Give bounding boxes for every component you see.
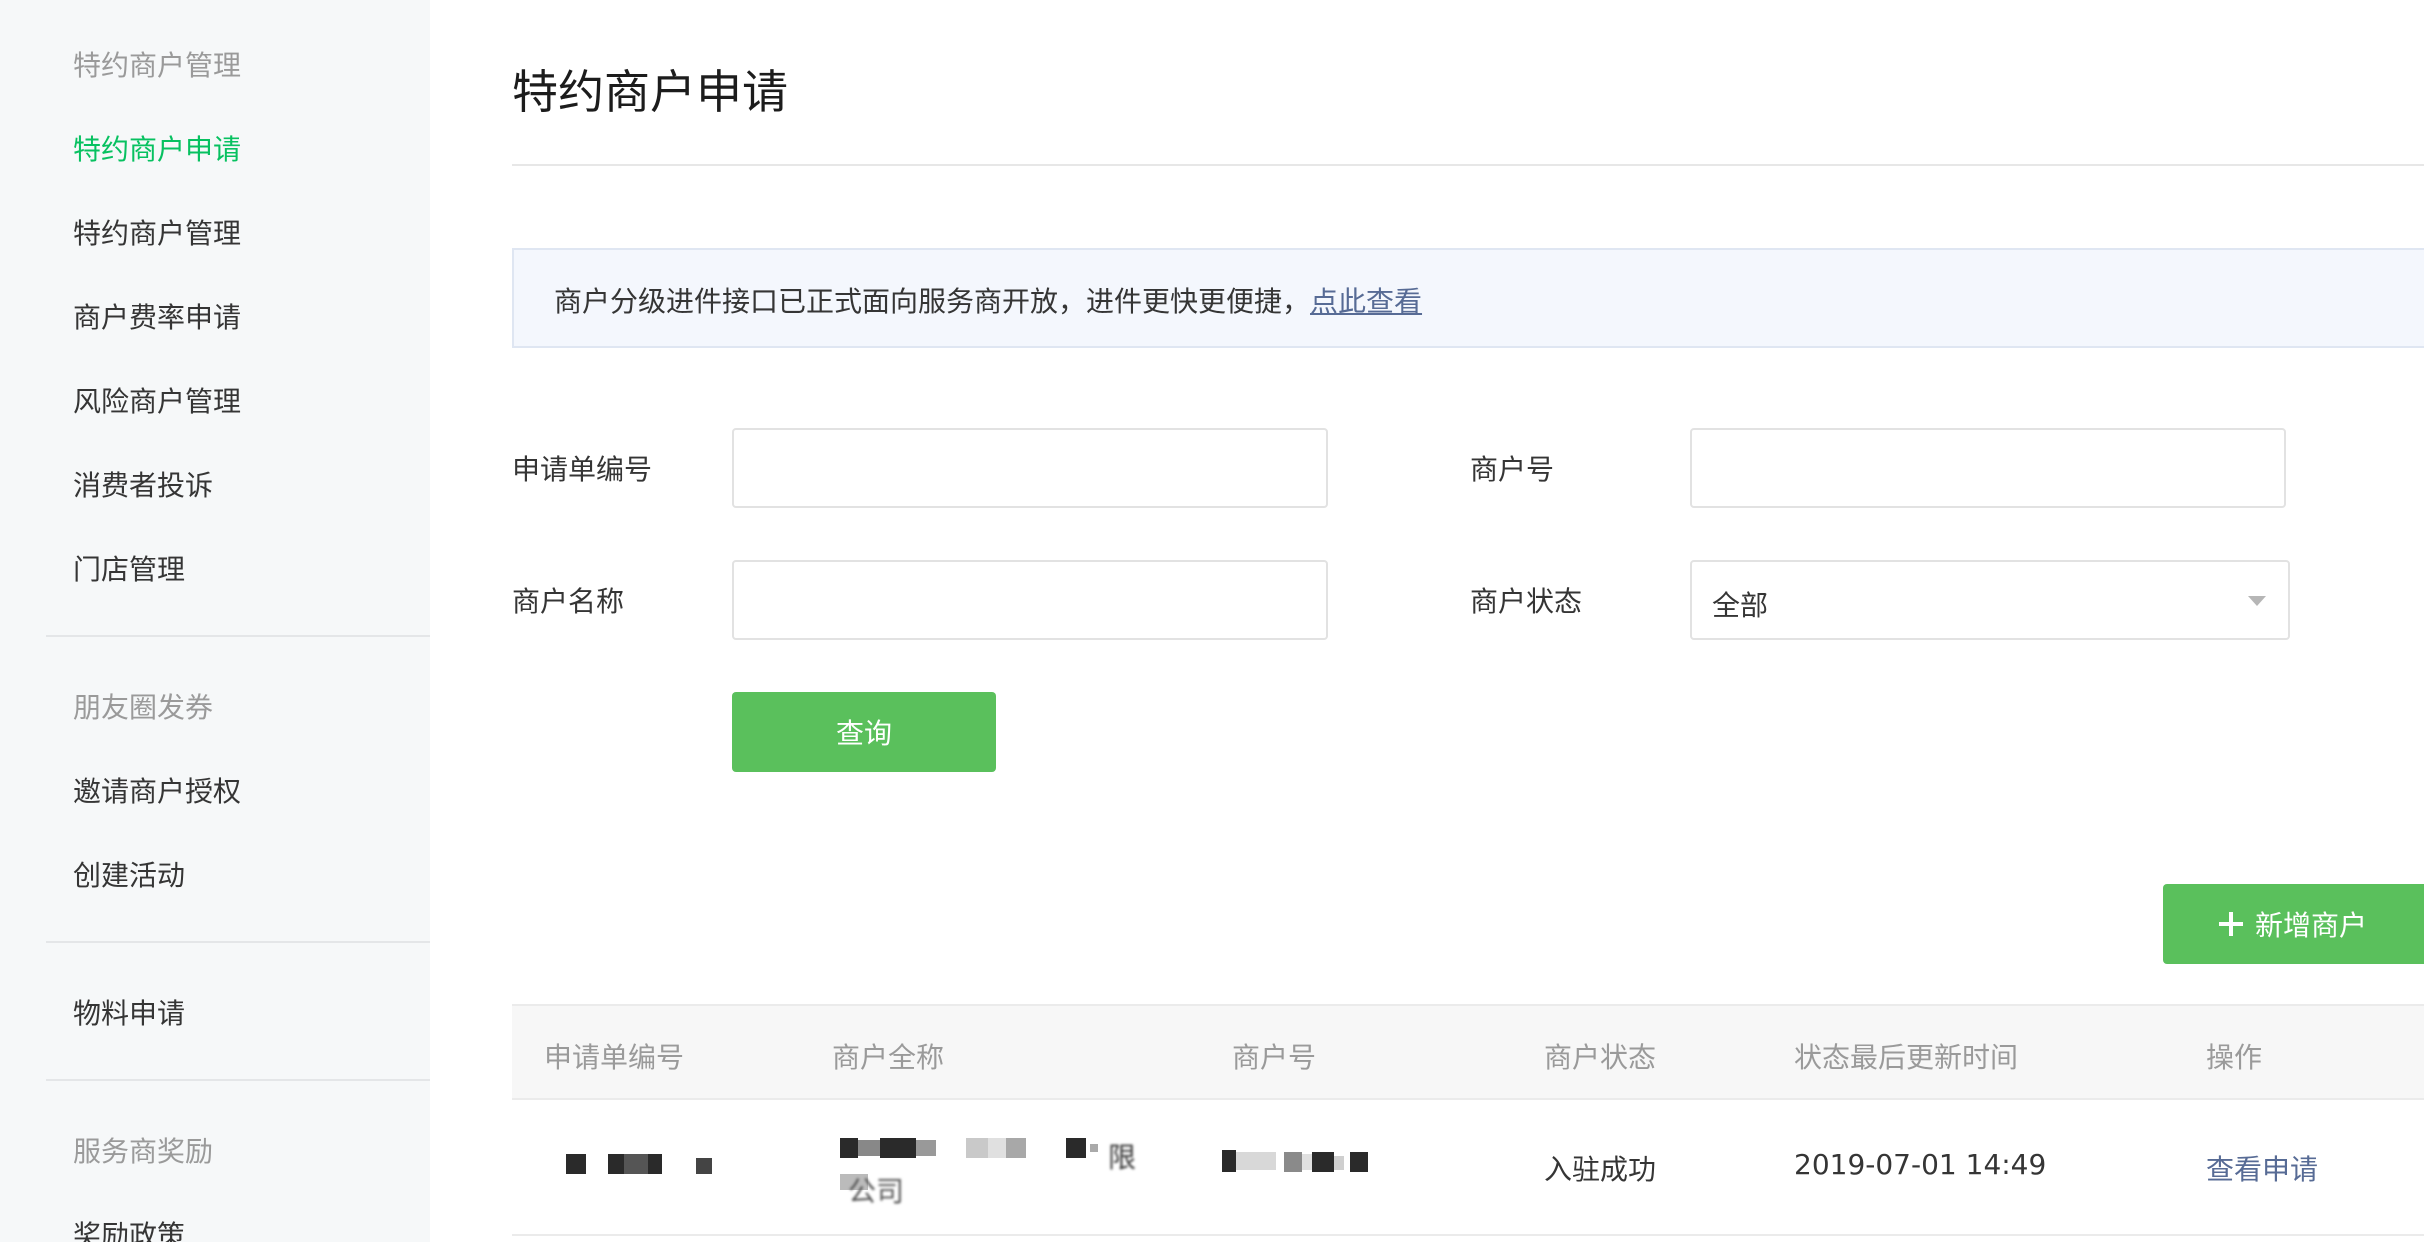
column-header-action: 操作 [2206,1041,2263,1074]
sidebar-item-material-application[interactable]: 物料申请 [73,992,185,1032]
sidebar-divider [46,635,430,637]
sidebar-group-title-rewards: 服务商奖励 [73,1135,214,1168]
plus-icon [2219,912,2243,936]
merchant-status-label: 商户状态 [1470,585,1583,618]
notice-banner: 商户分级进件接口已正式面向服务商开放，进件更快更便捷，点此查看 [512,248,2424,348]
query-button[interactable]: 查询 [732,692,996,772]
column-header-merchant-no: 商户号 [1232,1041,1317,1074]
column-header-merchant-status: 商户状态 [1544,1041,1657,1074]
sidebar-item-invite-authorization[interactable]: 邀请商户授权 [73,770,241,810]
updated-at-cell: 2019-07-01 14:49 [1794,1148,2047,1181]
sidebar: 特约商户管理 特约商户申请 特约商户管理 商户费率申请 风险商户管理 消费者投诉… [0,0,430,1242]
sidebar-item-risk-merchant[interactable]: 风险商户管理 [73,380,241,420]
add-merchant-button[interactable]: 新增商户 [2163,884,2424,964]
page-title: 特约商户申请 [512,65,788,119]
notice-link[interactable]: 点此查看 [1310,285,1422,318]
application-no-label: 申请单编号 [512,453,653,486]
merchant-full-name-line1: 限 [1108,1141,1137,1174]
notice-text: 商户分级进件接口已正式面向服务商开放，进件更快更便捷，点此查看 [554,280,1422,320]
table-row: 限 公司 入驻成功 2019-07-01 14:49 查看申请 [512,1100,2424,1236]
chevron-down-icon [2248,596,2266,606]
notice-message: 商户分级进件接口已正式面向服务商开放，进件更快更便捷， [554,285,1311,318]
main-content: 特约商户申请 商户分级进件接口已正式面向服务商开放，进件更快更便捷，点此查看 申… [430,0,2424,1242]
sidebar-divider [46,941,430,943]
merchant-full-name-line2: 公司 [848,1175,905,1208]
merchant-name-input[interactable] [732,560,1328,640]
sidebar-divider [46,1079,430,1081]
column-header-merchant-full-name: 商户全称 [832,1041,945,1074]
sidebar-item-fee-rate-application[interactable]: 商户费率申请 [73,296,241,336]
merchant-status-cell: 入驻成功 [1544,1153,1657,1186]
column-header-application-no: 申请单编号 [544,1041,685,1074]
sidebar-item-reward-policy[interactable]: 奖励政策 [73,1214,185,1242]
column-header-updated-at: 状态最后更新时间 [1794,1041,2019,1074]
table-header: 申请单编号 商户全称 商户号 商户状态 状态最后更新时间 操作 [512,1004,2424,1100]
add-merchant-label: 新增商户 [2255,909,2368,942]
title-divider [512,164,2424,166]
sidebar-item-merchant-management[interactable]: 特约商户管理 [73,212,241,252]
merchant-status-select[interactable]: 全部 [1690,560,2290,640]
merchant-no-input[interactable] [1690,428,2286,508]
view-application-link[interactable]: 查看申请 [2206,1148,2318,1188]
sidebar-item-store-management[interactable]: 门店管理 [73,548,185,588]
sidebar-item-create-activity[interactable]: 创建活动 [73,854,185,894]
sidebar-group-title-merchant: 特约商户管理 [73,49,242,82]
sidebar-group-title-moments: 朋友圈发券 [73,691,214,724]
merchant-status-value: 全部 [1712,589,1769,622]
sidebar-item-consumer-complaint[interactable]: 消费者投诉 [73,464,213,504]
merchant-name-label: 商户名称 [512,585,625,618]
sidebar-item-merchant-application[interactable]: 特约商户申请 [73,128,241,168]
application-no-input[interactable] [732,428,1328,508]
merchant-no-label: 商户号 [1470,453,1555,486]
